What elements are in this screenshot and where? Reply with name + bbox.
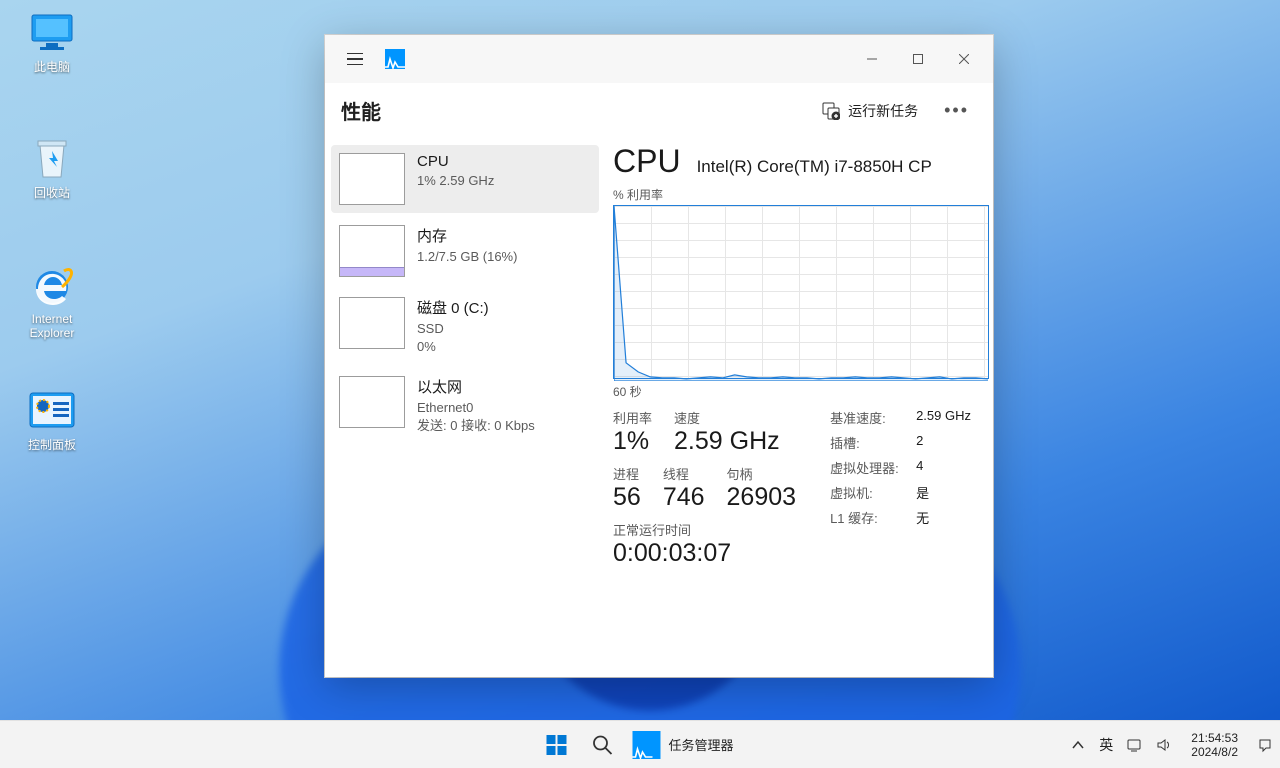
desktop-icon-ie[interactable]: Internet Explorer — [8, 264, 96, 352]
sidebar-item-sub: 1.2/7.5 GB (16%) — [417, 248, 517, 266]
stat-value-processes: 56 — [613, 483, 641, 512]
spec-key: 插槽: — [830, 433, 916, 452]
spec-val: 是 — [916, 483, 971, 502]
sidebar-item-sub: SSD — [417, 320, 489, 338]
ethernet-thumb — [339, 376, 405, 428]
performance-sidebar[interactable]: CPU 1% 2.59 GHz 内存 1.2/7.5 GB (16%) 磁盘 0… — [325, 139, 605, 677]
spec-val: 4 — [916, 458, 971, 477]
hamburger-menu-button[interactable] — [335, 39, 375, 79]
taskbar-app-task-manager[interactable]: 任务管理器 — [628, 725, 743, 765]
window-controls — [849, 43, 987, 75]
task-manager-window: 性能 运行新任务 ••• CPU 1% 2.59 GHz — [325, 35, 993, 677]
spec-key: L1 缓存: — [830, 508, 916, 527]
chart-x-label: 60 秒 — [613, 383, 989, 400]
stat-value-speed: 2.59 GHz — [674, 427, 780, 456]
uptime-label: 正常运行时间 — [613, 520, 796, 539]
spec-val: 无 — [916, 508, 971, 527]
sidebar-item-sub2: 0% — [417, 338, 489, 356]
cpu-spec-table: 基准速度:2.59 GHz 插槽:2 虚拟处理器:4 虚拟机:是 L1 缓存:无 — [830, 408, 971, 527]
desktop-icon-control-panel[interactable]: 控制面板 — [8, 390, 96, 478]
recycle-bin-icon — [29, 138, 75, 180]
windows-icon — [545, 734, 567, 756]
spec-key: 基准速度: — [830, 408, 916, 427]
cpu-model: Intel(R) Core(TM) i7-8850H CP — [697, 157, 932, 177]
taskbar[interactable]: 任务管理器 英 21:54:53 2024/8/2 — [0, 720, 1280, 768]
taskbar-date: 2024/8/2 — [1191, 745, 1238, 759]
desktop-icons: 此电脑 回收站 Internet Explorer 控制面板 — [8, 8, 98, 516]
desktop-icon-label: 回收站 — [8, 186, 96, 200]
spec-val: 2 — [916, 433, 971, 452]
stat-label: 进程 — [613, 464, 641, 483]
sidebar-item-sub: Ethernet0 — [417, 399, 535, 417]
desktop-icon-label: 控制面板 — [8, 438, 96, 452]
sidebar-item-memory[interactable]: 内存 1.2/7.5 GB (16%) — [331, 217, 599, 285]
sidebar-item-disk[interactable]: 磁盘 0 (C:) SSD 0% — [331, 289, 599, 364]
tray-overflow-button[interactable] — [1069, 736, 1087, 754]
ie-icon — [29, 264, 75, 306]
cpu-line — [614, 206, 988, 381]
titlebar[interactable] — [325, 35, 993, 83]
desktop-icon-recycle-bin[interactable]: 回收站 — [8, 138, 96, 226]
command-bar: 性能 运行新任务 ••• — [325, 83, 993, 139]
spec-key: 虚拟处理器: — [830, 458, 916, 477]
volume-icon[interactable] — [1155, 736, 1173, 754]
stat-label: 速度 — [674, 408, 780, 427]
control-panel-icon — [29, 390, 75, 432]
sidebar-item-title: 以太网 — [417, 376, 535, 397]
sidebar-item-title: 内存 — [417, 225, 517, 246]
stat-label: 利用率 — [613, 408, 652, 427]
taskbar-app-label: 任务管理器 — [668, 735, 733, 754]
sidebar-item-ethernet[interactable]: 以太网 Ethernet0 发送: 0 接收: 0 Kbps — [331, 368, 599, 443]
taskbar-time: 21:54:53 — [1191, 731, 1238, 745]
spec-val: 2.59 GHz — [916, 408, 971, 427]
sidebar-item-cpu[interactable]: CPU 1% 2.59 GHz — [331, 145, 599, 213]
memory-thumb — [339, 225, 405, 277]
task-manager-icon — [385, 49, 405, 69]
search-icon — [591, 734, 613, 756]
search-button[interactable] — [582, 725, 622, 765]
sidebar-item-title: CPU — [417, 153, 494, 170]
stat-value-utilization: 1% — [613, 427, 652, 456]
desktop-icon-this-pc[interactable]: 此电脑 — [8, 12, 96, 100]
stat-label: 线程 — [663, 464, 705, 483]
spec-key: 虚拟机: — [830, 483, 916, 502]
detail-heading: CPU — [613, 143, 681, 180]
section-title: 性能 — [341, 96, 381, 125]
close-button[interactable] — [941, 43, 987, 75]
notifications-button[interactable] — [1256, 736, 1274, 754]
stat-value-handles: 26903 — [727, 483, 797, 512]
maximize-button[interactable] — [895, 43, 941, 75]
uptime-value: 0:00:03:07 — [613, 539, 796, 568]
monitor-icon — [29, 12, 75, 54]
stat-label: 句柄 — [727, 464, 797, 483]
ime-indicator[interactable]: 英 — [1099, 735, 1113, 755]
run-task-icon — [822, 102, 840, 120]
taskbar-clock[interactable]: 21:54:53 2024/8/2 — [1185, 731, 1244, 759]
network-icon[interactable] — [1125, 736, 1143, 754]
minimize-button[interactable] — [849, 43, 895, 75]
more-options-button[interactable]: ••• — [936, 96, 977, 125]
run-new-task-label: 运行新任务 — [848, 101, 918, 121]
chart-y-label: % 利用率 — [613, 186, 989, 203]
cpu-thumb — [339, 153, 405, 205]
cpu-utilization-chart[interactable] — [613, 205, 989, 379]
disk-thumb — [339, 297, 405, 349]
desktop-icon-label: Internet Explorer — [8, 312, 96, 340]
performance-detail: CPU Intel(R) Core(TM) i7-8850H CP % 利用率 … — [605, 139, 993, 677]
stat-value-threads: 746 — [663, 483, 705, 512]
system-tray: 英 21:54:53 2024/8/2 — [1069, 731, 1274, 759]
run-new-task-button[interactable]: 运行新任务 — [822, 101, 918, 121]
sidebar-item-title: 磁盘 0 (C:) — [417, 297, 489, 318]
sidebar-item-sub2: 发送: 0 接收: 0 Kbps — [417, 417, 535, 435]
sidebar-item-sub: 1% 2.59 GHz — [417, 172, 494, 190]
task-manager-icon — [632, 731, 660, 759]
desktop-icon-label: 此电脑 — [8, 60, 96, 74]
start-button[interactable] — [536, 725, 576, 765]
desktop: 此电脑 回收站 Internet Explorer 控制面板 — [0, 0, 1280, 768]
